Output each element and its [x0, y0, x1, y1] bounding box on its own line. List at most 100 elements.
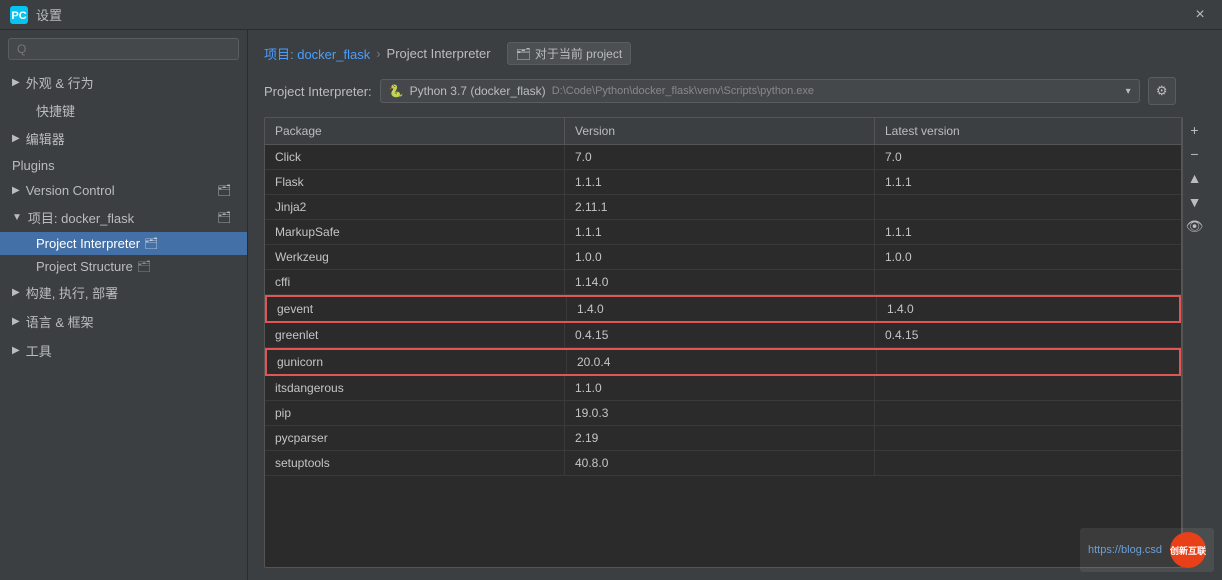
package-name: pycparser: [265, 426, 565, 450]
breadcrumb-project[interactable]: 项目: docker_flask: [264, 44, 370, 63]
chevron-down-icon: ▾: [1118, 86, 1131, 97]
svg-text:PC: PC: [11, 10, 26, 22]
interpreter-row: Project Interpreter: 🐍 Python 3.7 (docke…: [264, 77, 1206, 105]
package-name: pip: [265, 401, 565, 425]
app-logo: PC: [10, 6, 28, 24]
package-version: 1.0.0: [565, 245, 875, 269]
file-icon: 🗂: [144, 237, 158, 250]
sidebar-item-tools[interactable]: ▶ 工具: [0, 336, 247, 365]
window-title: 设置: [36, 5, 62, 24]
close-button[interactable]: ×: [1188, 3, 1212, 27]
table-row[interactable]: Werkzeug 1.0.0 1.0.0: [265, 245, 1181, 270]
table-row[interactable]: gunicorn 20.0.4: [265, 348, 1181, 376]
scroll-down-button[interactable]: ▼: [1184, 191, 1206, 213]
interpreter-name: Python 3.7 (docker_flask): [410, 84, 546, 98]
sidebar-item-label: 构建, 执行, 部署: [26, 283, 118, 302]
col-header-latest: Latest version: [875, 118, 1181, 144]
gear-button[interactable]: ⚙: [1148, 77, 1176, 105]
package-version: 40.8.0: [565, 451, 875, 475]
eye-button[interactable]: 👁: [1184, 215, 1206, 237]
package-latest: [875, 426, 1181, 450]
sidebar-item-vcs[interactable]: ▶ Version Control 🗂: [0, 178, 247, 203]
table-row[interactable]: itsdangerous 1.1.0: [265, 376, 1181, 401]
package-name: greenlet: [265, 323, 565, 347]
package-latest: [875, 451, 1181, 475]
remove-package-button[interactable]: −: [1184, 143, 1206, 165]
sidebar-item-lang[interactable]: ▶语言 & 框架: [0, 307, 247, 336]
package-latest: 0.4.15: [875, 323, 1181, 347]
arrow-icon: ▶: [12, 316, 20, 327]
python-icon: 🐍: [389, 84, 404, 98]
package-latest: [875, 401, 1181, 425]
badge-icon: 🗂: [516, 47, 531, 61]
package-version: 2.11.1: [565, 195, 875, 219]
package-version: 0.4.15: [565, 323, 875, 347]
sidebar-item-label: 外观 & 行为: [26, 73, 94, 92]
package-name: itsdangerous: [265, 376, 565, 400]
file-icon: 🗂: [217, 184, 231, 197]
package-latest: [875, 195, 1181, 219]
package-latest: 1.0.0: [875, 245, 1181, 269]
table-row[interactable]: Jinja2 2.11.1: [265, 195, 1181, 220]
sidebar-item-label: 快捷键: [36, 101, 75, 120]
table-row[interactable]: Flask 1.1.1 1.1.1: [265, 170, 1181, 195]
watermark-url: https://blog.csd: [1088, 544, 1162, 556]
table-row[interactable]: MarkupSafe 1.1.1 1.1.1: [265, 220, 1181, 245]
gear-icon: ⚙: [1156, 83, 1168, 99]
arrow-icon: ▼: [12, 212, 22, 223]
sidebar-item-label: 工具: [26, 341, 52, 360]
table-row[interactable]: cffi 1.14.0: [265, 270, 1181, 295]
package-latest: 7.0: [875, 145, 1181, 169]
package-version: 2.19: [565, 426, 875, 450]
settings-window: PC 设置 × ▶外观 & 行为快捷键▶编辑器Plugins▶Version C…: [0, 0, 1222, 580]
package-name: MarkupSafe: [265, 220, 565, 244]
package-name: gevent: [267, 297, 567, 321]
scroll-up-button[interactable]: ▲: [1184, 167, 1206, 189]
package-latest: [877, 350, 1179, 374]
breadcrumb-current: Project Interpreter: [387, 46, 491, 61]
sidebar-item-shortcuts[interactable]: 快捷键: [0, 97, 247, 124]
sidebar-item-label: Plugins: [12, 158, 55, 173]
watermark: https://blog.csd 创新互联: [1080, 528, 1214, 572]
col-header-version: Version: [565, 118, 875, 144]
search-box[interactable]: [8, 38, 239, 60]
sidebar-item-plugins[interactable]: Plugins: [0, 153, 247, 178]
table-row[interactable]: setuptools 40.8.0: [265, 451, 1181, 476]
watermark-logo: 创新互联: [1170, 532, 1206, 568]
arrow-icon: ▶: [12, 133, 20, 144]
table-area: Package Version Latest version Click 7.0…: [264, 117, 1206, 568]
package-latest: [875, 376, 1181, 400]
package-version: 7.0: [565, 145, 875, 169]
file-icon: 🗂: [217, 211, 231, 224]
sidebar-item-project[interactable]: ▼ 项目: docker_flask 🗂: [0, 203, 247, 232]
breadcrumb: 项目: docker_flask › Project Interpreter 🗂…: [264, 42, 1206, 65]
table-row[interactable]: pycparser 2.19: [265, 426, 1181, 451]
table-row[interactable]: greenlet 0.4.15 0.4.15: [265, 323, 1181, 348]
sidebar-item-label: Version Control: [26, 183, 115, 198]
package-name: Werkzeug: [265, 245, 565, 269]
add-package-button[interactable]: +: [1184, 119, 1206, 141]
sidebar-item-appearance[interactable]: ▶外观 & 行为: [0, 68, 247, 97]
project-scope-badge[interactable]: 🗂 对于当前 project: [507, 42, 632, 65]
table-row[interactable]: Click 7.0 7.0: [265, 145, 1181, 170]
search-input[interactable]: [17, 42, 230, 56]
arrow-icon: ▶: [12, 185, 20, 196]
sidebar-item-project-structure[interactable]: Project Structure🗂: [0, 255, 247, 278]
table-body: Click 7.0 7.0 Flask 1.1.1 1.1.1 Jinja2 2…: [265, 145, 1181, 567]
interpreter-select[interactable]: 🐍 Python 3.7 (docker_flask) D:\Code\Pyth…: [380, 79, 1140, 103]
sidebar-item-editor[interactable]: ▶编辑器: [0, 124, 247, 153]
package-version: 1.1.1: [565, 170, 875, 194]
breadcrumb-separator: ›: [376, 46, 380, 61]
package-name: Click: [265, 145, 565, 169]
arrow-icon: ▶: [12, 345, 20, 356]
table-row[interactable]: gevent 1.4.0 1.4.0: [265, 295, 1181, 323]
package-latest: 1.1.1: [875, 220, 1181, 244]
sidebar-items-container: ▶外观 & 行为快捷键▶编辑器Plugins▶Version Control🗂▼…: [0, 68, 247, 365]
table-row[interactable]: pip 19.0.3: [265, 401, 1181, 426]
package-latest: 1.1.1: [875, 170, 1181, 194]
package-version: 20.0.4: [567, 350, 877, 374]
sidebar-item-project-interpreter[interactable]: Project Interpreter🗂: [0, 232, 247, 255]
sidebar-item-label: 项目: docker_flask: [28, 208, 134, 227]
file-icon: 🗂: [137, 260, 151, 273]
sidebar-item-build[interactable]: ▶构建, 执行, 部署: [0, 278, 247, 307]
